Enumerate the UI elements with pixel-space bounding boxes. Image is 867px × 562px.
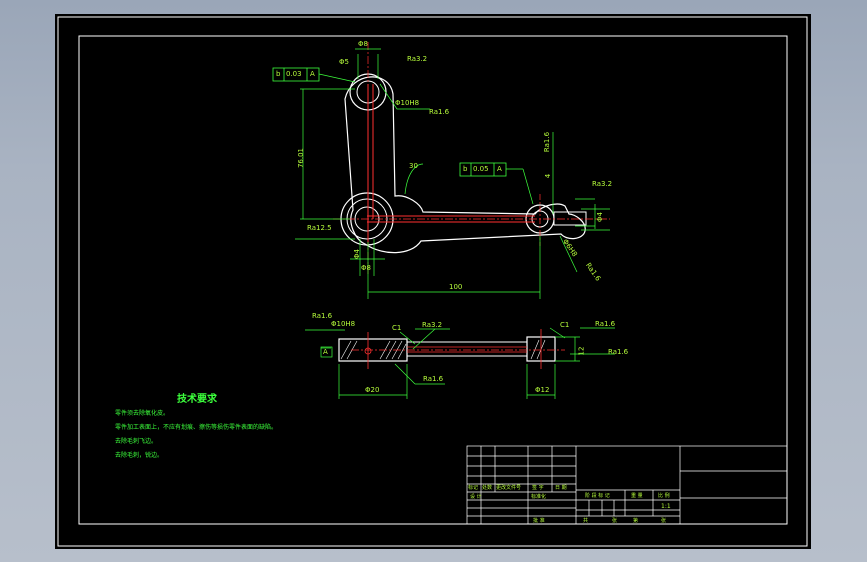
tb-header-1: 标记 (468, 485, 479, 491)
tech-line-3: 去除毛刺飞边。 (115, 438, 158, 445)
dim-top-tolerance: Φ10H8 (395, 99, 420, 107)
tb-design: 设 计 (470, 494, 482, 500)
outer-frame (57, 16, 808, 547)
cad-drawing (57, 16, 808, 547)
dim-horizontal: 100 (449, 283, 463, 291)
dim-b: Φ8 (361, 264, 371, 272)
tb-scale: 1:1 (661, 503, 671, 510)
tol-frame-2-datum: A (497, 165, 502, 173)
tb-header-5: 日 期 (555, 485, 567, 491)
tb-standard: 标准化 (531, 494, 547, 500)
tol-frame-2-value: 0.05 (473, 165, 489, 173)
tol-frame-1-value: 0.03 (286, 70, 302, 78)
tb-header-3: 更改文件号 (496, 485, 522, 491)
tb-sheet-no: 第 (633, 518, 639, 524)
tb-header-2: 处数 (482, 485, 493, 491)
tech-line-1: 零件须去除氧化皮。 (115, 410, 170, 417)
dim-right-h: 4 (544, 173, 553, 179)
tol-frame-1-datum: A (310, 70, 315, 78)
tb-sheet-unit-1: 张 (612, 518, 618, 524)
dim-angle-note: Φ5 (339, 58, 349, 66)
dim-s: Φ4 (352, 249, 361, 259)
tech-title: 技术要求 (177, 394, 217, 405)
tb-approve: 批 准 (533, 518, 545, 524)
section-dim-h: 12 (577, 346, 586, 356)
tb-sheet-unit-2: 张 (661, 518, 667, 524)
section-datum: A (323, 348, 328, 356)
ra-top-2: Ra1.6 (429, 108, 450, 116)
section-arm (406, 341, 528, 357)
section-ra-2: Ra1.6 (595, 320, 616, 328)
lever-part-view (272, 42, 610, 299)
section-ra-left: Ra1.6 (312, 312, 333, 320)
ra-right-1: Ra1.6 (543, 131, 552, 153)
section-ra-bottom: Ra1.6 (423, 375, 444, 383)
tb-scale-label: 比 例 (658, 493, 670, 499)
dim-length: 76.01 (297, 147, 306, 169)
section-dim-left: Φ20 (365, 386, 380, 394)
dimension-lines (295, 48, 610, 299)
ra-top-1: Ra3.2 (407, 55, 428, 63)
tech-line-2: 零件加工表面上，不应有划痕、擦伤等损伤零件表面的缺陷。 (115, 424, 278, 431)
tb-stage: 阶 段 标 记 (585, 493, 610, 499)
section-dim-right: Φ12 (535, 386, 550, 394)
section-tol-1: Φ10H8 (331, 320, 356, 328)
section-c1: C1 (392, 324, 402, 332)
section-view (305, 327, 615, 399)
section-ra-1: Ra3.2 (422, 321, 443, 329)
dim-top-width: Φ8 (358, 40, 368, 48)
tb-header-4: 签 字 (532, 485, 544, 491)
ra-bottom-left: Ra12.5 (307, 224, 332, 232)
section-ra-3: Ra1.6 (608, 348, 629, 356)
drawing-sheet: Φ8 Φ5 Φ10H8 76.01 30 Ra12.5 Φ4 Φ8 100 Φ6… (55, 14, 811, 549)
tb-sheet-total: 共 (583, 518, 589, 524)
tol-frame-1-symbol: b (276, 70, 281, 78)
dim-r: Φ4 (595, 212, 604, 222)
tb-weight: 重 量 (631, 493, 643, 499)
tech-line-4: 去除毛刺，锐边。 (115, 452, 164, 459)
ra-right-2: Ra3.2 (592, 180, 613, 188)
section-c2: C1 (560, 321, 570, 329)
tol-frame-2-symbol: b (463, 165, 468, 173)
dim-angle: 30 (409, 162, 418, 170)
